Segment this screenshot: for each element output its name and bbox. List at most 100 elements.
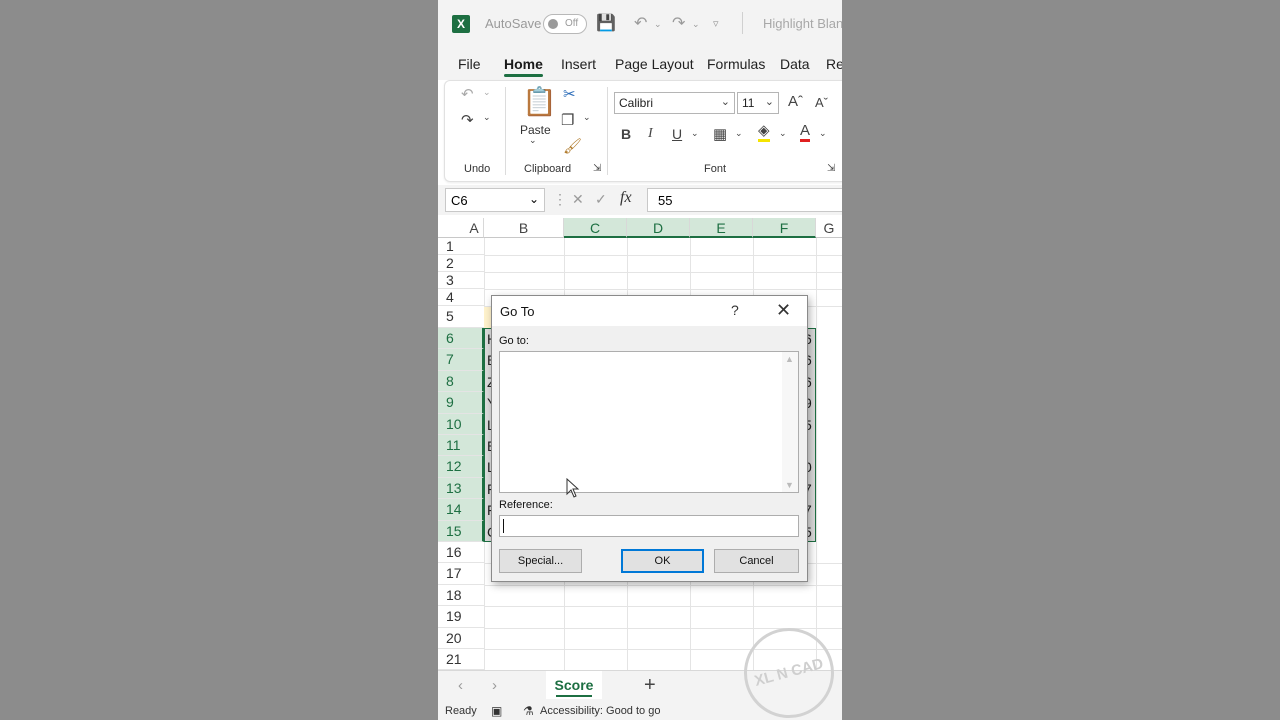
row-header[interactable]: 3 — [438, 272, 484, 289]
divider — [742, 12, 743, 34]
underline-button[interactable]: U — [672, 126, 682, 142]
accessibility-icon[interactable]: ⚗ — [523, 704, 534, 718]
grid-line — [484, 289, 842, 290]
row-header[interactable]: 4 — [438, 289, 484, 306]
cut-icon[interactable]: ✂ — [563, 85, 576, 103]
redo-icon[interactable]: ↷ — [461, 111, 474, 129]
tab-formulas[interactable]: Formulas — [707, 56, 765, 72]
formula-value: 55 — [658, 193, 673, 208]
chevron-down-icon[interactable]: ⌄ — [735, 128, 743, 139]
tab-data[interactable]: Data — [780, 56, 810, 72]
tab-file[interactable]: File — [458, 56, 481, 72]
chevron-down-icon[interactable]: ⌄ — [691, 128, 699, 139]
customize-toolbar-icon[interactable]: ▿ — [713, 17, 719, 30]
borders-icon[interactable]: ▦ — [713, 125, 727, 143]
row-header[interactable]: 20 — [438, 628, 484, 649]
dialog-launcher-icon[interactable]: ⇲ — [827, 163, 835, 174]
chevron-down-icon[interactable]: ⌄ — [692, 19, 700, 30]
more-options-icon[interactable]: ⋮ — [553, 191, 567, 208]
paste-icon[interactable]: 📋 — [522, 85, 557, 118]
chevron-down-icon[interactable]: ⌄ — [483, 87, 491, 98]
ok-button[interactable]: OK — [621, 549, 704, 573]
scroll-up-icon[interactable]: ▲ — [785, 354, 794, 364]
grid-line — [484, 584, 842, 586]
chevron-down-icon[interactable]: ⌄ — [779, 128, 787, 139]
bold-button[interactable]: B — [621, 126, 631, 142]
font-name-value: Calibri — [619, 96, 654, 110]
column-header-f[interactable]: F — [753, 218, 816, 238]
fill-color-icon[interactable]: ◈ — [758, 123, 770, 142]
formula-input[interactable]: 55 — [647, 188, 842, 212]
tab-review[interactable]: Re — [826, 56, 842, 72]
column-header-e[interactable]: E — [690, 218, 753, 238]
dialog-launcher-icon[interactable]: ⇲ — [593, 163, 601, 174]
chevron-right-icon[interactable]: › — [492, 677, 497, 694]
help-icon[interactable]: ? — [731, 302, 739, 318]
save-icon[interactable]: 💾 — [596, 13, 616, 33]
undo-icon[interactable]: ↶ — [461, 85, 474, 103]
scroll-down-icon[interactable]: ▼ — [785, 480, 794, 490]
row-header[interactable]: 18 — [438, 585, 484, 607]
go-to-list[interactable]: ▲ ▼ — [499, 351, 799, 498]
undo-icon[interactable]: ↶ — [634, 13, 647, 33]
cancel-button[interactable]: Cancel — [714, 549, 799, 573]
chevron-down-icon[interactable]: ⌄ — [819, 128, 827, 139]
chevron-left-icon[interactable]: ‹ — [458, 677, 463, 694]
accessibility-status[interactable]: Accessibility: Good to go — [540, 705, 660, 717]
increase-font-icon[interactable]: Aˆ — [788, 93, 803, 110]
row-header[interactable]: 5 — [438, 306, 484, 328]
redo-icon[interactable]: ↷ — [672, 13, 685, 33]
sheet-tab-score[interactable]: Score — [546, 671, 602, 699]
column-header-a[interactable]: A — [465, 218, 484, 238]
font-size-select[interactable]: 11 ⌄ — [737, 92, 779, 114]
chevron-down-icon[interactable]: ⌄ — [654, 19, 662, 30]
column-header-b[interactable]: B — [484, 218, 564, 238]
row-header[interactable]: 12 — [438, 456, 484, 478]
autosave-toggle[interactable]: Off — [543, 14, 587, 34]
reference-input[interactable] — [499, 515, 799, 537]
special-button[interactable]: Special... — [499, 549, 582, 573]
row-header[interactable]: 13 — [438, 477, 484, 500]
chevron-down-icon[interactable]: ⌄ — [583, 112, 591, 123]
title-bar: X AutoSave Off 💾 ↶ ⌄ ↷ ⌄ ▿ Highlight Bla… — [438, 0, 842, 48]
row-header[interactable]: 17 — [438, 563, 484, 585]
name-box-value: C6 — [451, 193, 468, 208]
format-painter-icon[interactable]: 🖌 — [563, 137, 582, 155]
column-header-g[interactable]: G — [816, 218, 842, 238]
grid-line — [484, 272, 842, 273]
row-header[interactable]: 10 — [438, 413, 484, 435]
column-header-d[interactable]: D — [627, 218, 690, 238]
insert-function-icon[interactable]: fx — [620, 189, 632, 207]
column-header-c[interactable]: C — [564, 218, 627, 238]
chevron-down-icon[interactable]: ⌄ — [483, 112, 491, 123]
row-header[interactable]: 7 — [438, 349, 484, 371]
row-header[interactable]: 14 — [438, 499, 484, 521]
copy-icon[interactable]: ❐ — [561, 111, 574, 129]
confirm-entry-icon[interactable]: ✓ — [595, 191, 607, 208]
row-header[interactable]: 19 — [438, 606, 484, 628]
close-icon[interactable]: ✕ — [776, 300, 791, 321]
cancel-entry-icon[interactable]: ✕ — [572, 191, 584, 208]
row-header[interactable]: 2 — [438, 255, 484, 272]
tab-insert[interactable]: Insert — [561, 56, 596, 72]
row-header[interactable]: 6 — [438, 328, 484, 350]
row-header[interactable]: 1 — [438, 238, 484, 255]
row-header[interactable]: 16 — [438, 542, 484, 564]
row-header[interactable]: 8 — [438, 370, 484, 393]
macro-recording-icon[interactable]: ▣ — [491, 704, 502, 718]
font-name-select[interactable]: Calibri ⌄ — [614, 92, 735, 114]
reference-label: Reference: — [499, 499, 553, 511]
tab-page-layout[interactable]: Page Layout — [615, 56, 694, 72]
tab-home[interactable]: Home — [504, 56, 543, 77]
font-color-icon[interactable]: A — [800, 123, 811, 142]
row-header[interactable]: 11 — [438, 435, 484, 457]
decrease-font-icon[interactable]: Aˇ — [815, 95, 828, 110]
chevron-down-icon[interactable]: ⌄ — [529, 135, 537, 146]
list-scrollbar[interactable]: ▲ ▼ — [782, 352, 798, 492]
row-header[interactable]: 9 — [438, 392, 484, 414]
italic-button[interactable]: I — [648, 126, 653, 142]
name-box[interactable]: C6 ⌄ — [445, 188, 545, 212]
row-header[interactable]: 15 — [438, 520, 484, 542]
add-sheet-icon[interactable]: + — [644, 674, 656, 697]
row-header[interactable]: 21 — [438, 649, 484, 670]
